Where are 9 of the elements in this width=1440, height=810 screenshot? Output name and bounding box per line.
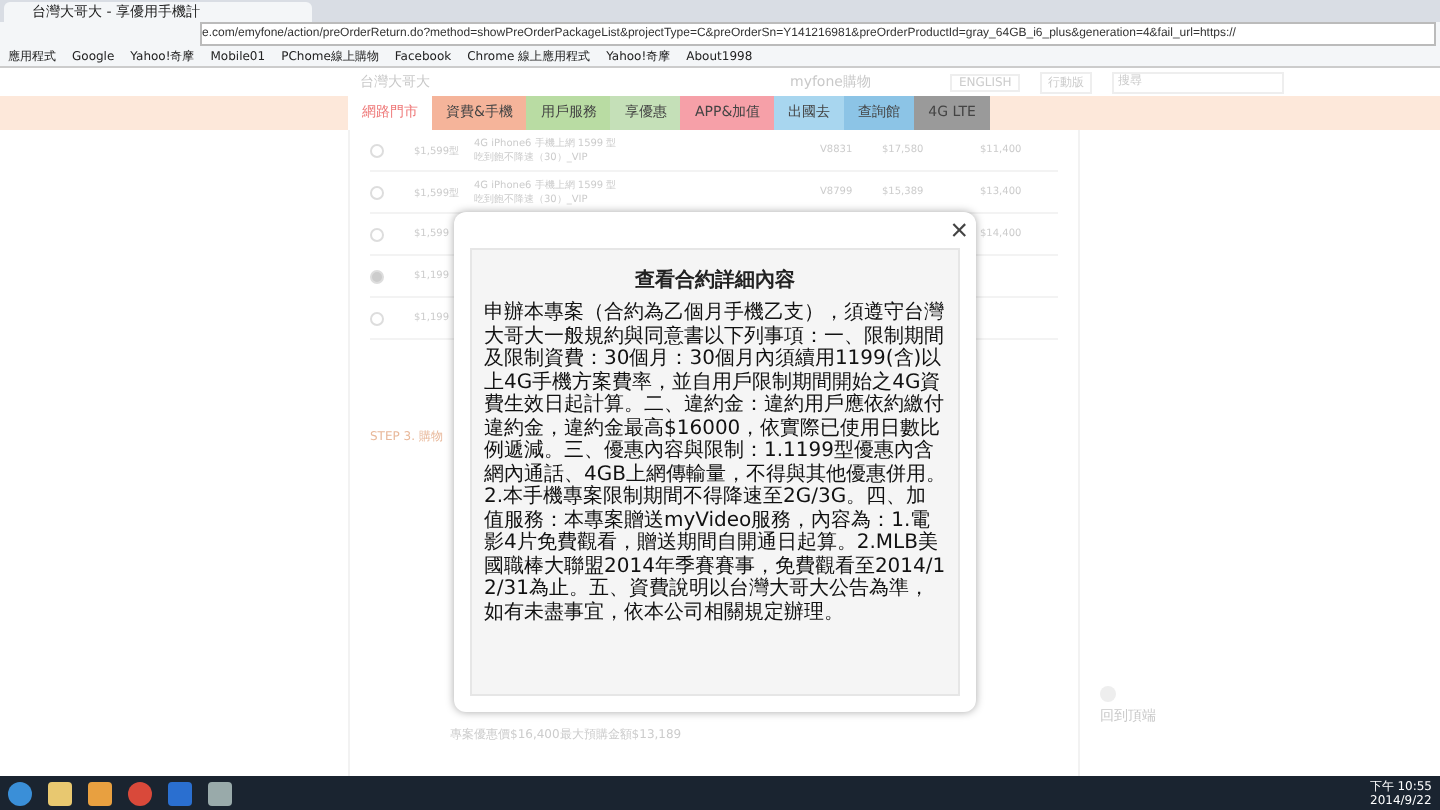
dialog-title: 查看合約詳細內容 (635, 266, 795, 294)
contract-text: 申辦本專案（合約為乙個月手機乙支），須遵守台灣大哥大一般規約與同意書以下列事項：一、限制期間及限制資費：30個月：30個月內須續用1199(含)以上4G手機方案費率，並自用戶限制期間開始之4G資費生效日起計算。二、違約金：違約用戶應依約繳付違約金，違約金最高$16000，依實際已使用日數比例遞減。三、優惠內容與限制：1.1199型優惠內含網內通話、4GB上網傳輸量，不得與其他優惠併用。2.本手機專案限制期間不得降速至2G/3G。四、加值服務：本專案贈送myVideo服務，內容為：1.電影4片免費觀看，贈送期間自開通日起算。2.MLB美國職棒大聯盟2014年季賽賽事，免費觀看至2014/12/31為止。五、資費說明以台灣大哥大公告為準，如有未盡事宜，依本公司相關規定辦理。 (484, 302, 946, 624)
radio-button[interactable] (370, 311, 384, 325)
radio-button[interactable] (370, 143, 384, 157)
radio-button[interactable] (370, 185, 384, 199)
radio-button[interactable] (370, 227, 384, 241)
start-button[interactable] (8, 781, 32, 805)
radio-button[interactable] (370, 269, 384, 283)
close-button[interactable]: × (950, 216, 968, 246)
